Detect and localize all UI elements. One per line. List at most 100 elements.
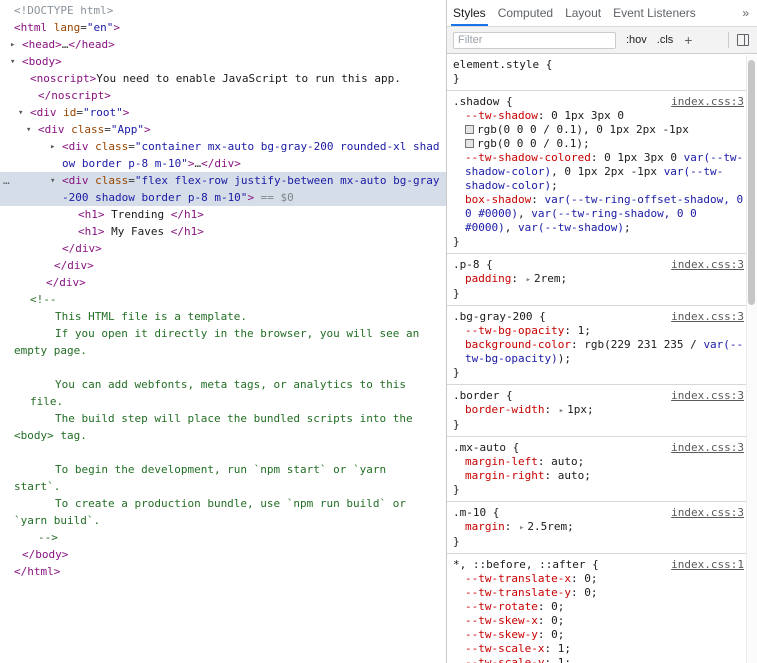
source-link[interactable]: index.css:1: [671, 558, 744, 572]
css-declaration[interactable]: box-shadow: var(--tw-ring-offset-shadow,…: [453, 193, 744, 235]
dom-node-line[interactable]: <!DOCTYPE html>: [0, 2, 446, 19]
hover-state-toggle[interactable]: :hov: [626, 34, 647, 46]
css-declaration[interactable]: --tw-scale-y: 1;: [453, 656, 744, 663]
node-more-actions-icon[interactable]: …: [3, 172, 11, 189]
css-declaration[interactable]: --tw-skew-y: 0;: [453, 628, 744, 642]
dom-node-line[interactable]: ▸ <div class="container mx-auto bg-gray-2…: [0, 138, 446, 155]
class-toggle[interactable]: .cls: [657, 34, 674, 46]
dom-node-line-selected[interactable]: -200 shadow border p-8 m-10"> == $0: [0, 189, 446, 206]
css-var-link[interactable]: var(--tw-shadow): [518, 221, 624, 234]
property-name[interactable]: --tw-scale-y: [465, 656, 544, 663]
dom-node-line[interactable]: </div>: [0, 240, 446, 257]
rule-selector[interactable]: element.style: [453, 58, 539, 71]
source-link[interactable]: index.css:3: [671, 258, 744, 272]
dom-node-line[interactable]: empty page.: [0, 342, 446, 359]
dom-node-line[interactable]: <noscript>You need to enable JavaScript …: [0, 70, 446, 87]
property-name[interactable]: padding: [465, 272, 511, 285]
css-declaration[interactable]: --tw-skew-x: 0;: [453, 614, 744, 628]
css-declaration[interactable]: --tw-translate-y: 0;: [453, 586, 744, 600]
dom-node-line[interactable]: </div>: [0, 274, 446, 291]
styles-filter-input[interactable]: [453, 31, 616, 49]
dom-node-line[interactable]: ▾ <body>: [0, 53, 446, 70]
rule-selector[interactable]: .bg-gray-200: [453, 310, 532, 323]
dom-node-line[interactable]: <h1> My Faves </h1>: [0, 223, 446, 240]
css-declaration[interactable]: --tw-scale-x: 1;: [453, 642, 744, 656]
tab-event-listeners[interactable]: Event Listeners: [607, 0, 702, 26]
scrollbar-thumb[interactable]: [748, 60, 755, 305]
property-name[interactable]: box-shadow: [465, 193, 531, 206]
source-link[interactable]: index.css:3: [671, 310, 744, 324]
dom-node-line[interactable]: </noscript>: [0, 87, 446, 104]
dom-node-line[interactable]: </html>: [0, 563, 446, 580]
rule-selector[interactable]: .shadow: [453, 95, 499, 108]
tab-computed[interactable]: Computed: [492, 0, 559, 26]
color-swatch[interactable]: [465, 139, 474, 148]
expand-value-icon[interactable]: ▸: [526, 275, 531, 285]
source-link[interactable]: index.css:3: [671, 389, 744, 403]
tab-layout[interactable]: Layout: [559, 0, 607, 26]
expand-value-icon[interactable]: ▸: [559, 406, 564, 416]
property-name[interactable]: --tw-translate-x: [465, 572, 571, 585]
dom-node-line[interactable]: If you open it directly in the browser, …: [0, 325, 446, 342]
elements-panel[interactable]: <!DOCTYPE html> <html lang="en"> ▸ <head>…<…: [0, 0, 446, 663]
dom-node-line[interactable]: ▾ <div class="App">: [0, 121, 446, 138]
property-name[interactable]: --tw-shadow-colored: [465, 151, 591, 164]
dom-node-line-selected[interactable]: … ▾ <div class="flex flex-row justify-betw…: [0, 172, 446, 189]
property-name[interactable]: --tw-translate-y: [465, 586, 571, 599]
css-declaration[interactable]: --tw-rotate: 0;: [453, 600, 744, 614]
dom-node-line[interactable]: <h1> Trending </h1>: [0, 206, 446, 223]
rule-selector[interactable]: *, ::before, ::after: [453, 558, 585, 571]
expand-arrow-down-icon[interactable]: ▾: [10, 54, 15, 70]
dom-node-line[interactable]: `yarn build`.: [0, 512, 446, 529]
dom-node-line[interactable]: </body>: [0, 546, 446, 563]
dom-node-line[interactable]: [0, 444, 446, 461]
property-name[interactable]: --tw-shadow: [465, 109, 538, 122]
property-name[interactable]: background-color: [465, 338, 571, 351]
property-name[interactable]: --tw-scale-x: [465, 642, 544, 655]
color-swatch[interactable]: [465, 125, 474, 134]
rules-list[interactable]: element.style {} .shadow {index.css:3 --tw…: [447, 54, 746, 663]
property-name[interactable]: --tw-rotate: [465, 600, 538, 613]
expand-arrow-right-icon[interactable]: ▸: [50, 139, 55, 155]
rule-selector[interactable]: .mx-auto: [453, 441, 506, 454]
dom-node-line[interactable]: <body> tag.: [0, 427, 446, 444]
rule-selector[interactable]: .border: [453, 389, 499, 402]
dom-node-line[interactable]: file.: [0, 393, 446, 410]
css-declaration[interactable]: --tw-translate-x: 0;: [453, 572, 744, 586]
css-declaration[interactable]: --tw-shadow-colored: 0 1px 3px 0 var(--t…: [453, 151, 744, 193]
rule-selector[interactable]: .p-8: [453, 258, 480, 271]
styles-scrollbar[interactable]: [746, 55, 757, 663]
property-name[interactable]: margin-left: [465, 455, 538, 468]
dom-node-line[interactable]: To create a production bundle, use `npm …: [0, 495, 446, 512]
property-name[interactable]: border-width: [465, 403, 544, 416]
property-name[interactable]: margin-right: [465, 469, 544, 482]
css-declaration[interactable]: background-color: rgb(229 231 235 / var(…: [453, 338, 744, 366]
dom-node-line[interactable]: You can add webfonts, meta tags, or anal…: [0, 376, 446, 393]
dom-node-line[interactable]: -->: [0, 529, 446, 546]
new-style-rule-button[interactable]: +: [684, 33, 692, 47]
dom-node-line[interactable]: [0, 359, 446, 376]
property-name[interactable]: --tw-skew-y: [465, 628, 538, 641]
css-declaration[interactable]: padding: ▸ 2rem;: [453, 272, 744, 287]
dom-node-line[interactable]: ow border p-8 m-10">…</div>: [0, 155, 446, 172]
dom-node-line[interactable]: <!--: [0, 291, 446, 308]
source-link[interactable]: index.css:3: [671, 441, 744, 455]
source-link[interactable]: index.css:3: [671, 506, 744, 520]
css-declaration[interactable]: margin-right: auto;: [453, 469, 744, 483]
dom-node-line[interactable]: start`.: [0, 478, 446, 495]
property-name[interactable]: --tw-bg-opacity: [465, 324, 564, 337]
property-name[interactable]: --tw-skew-x: [465, 614, 538, 627]
tab-styles[interactable]: Styles: [447, 0, 492, 26]
css-declaration[interactable]: margin-left: auto;: [453, 455, 744, 469]
dom-node-line[interactable]: This HTML file is a template.: [0, 308, 446, 325]
css-declaration[interactable]: border-width: ▸ 1px;: [453, 403, 744, 418]
expand-arrow-right-icon[interactable]: ▸: [10, 37, 15, 53]
expand-arrow-down-icon[interactable]: ▾: [18, 105, 23, 121]
dom-node-line[interactable]: ▾ <div id="root">: [0, 104, 446, 121]
expand-arrow-down-icon[interactable]: ▾: [50, 173, 55, 189]
expand-arrow-down-icon[interactable]: ▾: [26, 122, 31, 138]
dom-node-line[interactable]: </div>: [0, 257, 446, 274]
source-link[interactable]: index.css:3: [671, 95, 744, 109]
css-declaration[interactable]: --tw-shadow: 0 1px 3px 0 rgb(0 0 0 / 0.1…: [453, 109, 744, 151]
expand-value-icon[interactable]: ▸: [519, 523, 524, 533]
